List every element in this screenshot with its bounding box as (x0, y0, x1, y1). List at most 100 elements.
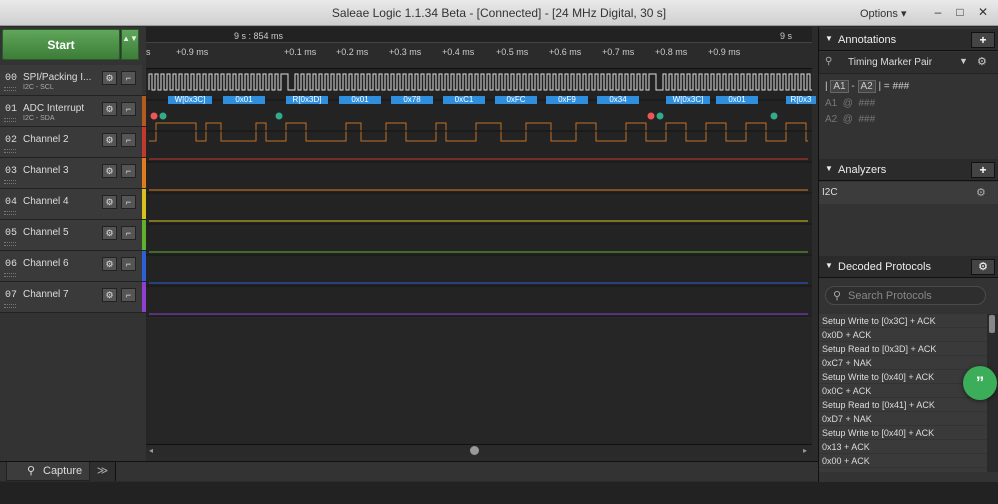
marker-settings-icon[interactable]: ⚙ (977, 55, 987, 68)
protocols-scroll-thumb[interactable] (989, 315, 995, 333)
channel-trigger-icon[interactable]: ⌐ (121, 164, 136, 178)
channel-trigger-icon[interactable]: ⌐ (121, 257, 136, 271)
decoded-packet[interactable]: 0x01 (339, 96, 381, 104)
protocol-list-item[interactable]: Setup Read to [0x3D] + ACK (819, 342, 987, 356)
decoded-packet[interactable]: 0x01 (223, 96, 265, 104)
drag-handle-icon[interactable] (4, 118, 16, 122)
channel-settings-icon[interactable]: ⚙ (102, 195, 117, 209)
channel-trigger-icon[interactable]: ⌐ (121, 133, 136, 147)
time-axis[interactable]: 9 s : 854 ms 9 s s +0.9 ms +0.1 ms +0.2 ms +… (146, 27, 812, 69)
protocol-list-item[interactable]: 0x13 + ACK (819, 440, 987, 454)
search-placeholder: Search Protocols (848, 290, 932, 302)
time-tick-label: +0.6 ms (549, 47, 582, 57)
analyzer-settings-icon[interactable]: ⚙ (976, 186, 986, 199)
minimize-button[interactable]: – (929, 4, 947, 20)
waveform-svg (146, 73, 812, 317)
protocol-list-item[interactable]: Setup Read to [0x41] + ACK (819, 398, 987, 412)
drag-handle-icon[interactable] (4, 149, 16, 153)
decoded-packet[interactable]: 0xC1 (443, 96, 485, 104)
channel-name[interactable]: Channel 2 (23, 134, 95, 145)
channel-settings-icon[interactable]: ⚙ (102, 102, 117, 116)
channel-name[interactable]: Channel 5 (23, 227, 95, 238)
channel-row[interactable]: 03 Channel 3 ⚙ ⌐ (0, 158, 146, 189)
channel-number: 02 (5, 135, 18, 146)
protocol-list-item[interactable]: 0xC7 + NAK (819, 356, 987, 370)
channel-row[interactable]: 07 Channel 7 ⚙ ⌐ (0, 282, 146, 313)
timing-marker-row[interactable]: ⚲ Timing Marker Pair ▼ ⚙ (819, 52, 998, 74)
scl-waveform (148, 73, 812, 91)
drag-handle-icon[interactable] (4, 273, 16, 277)
add-analyzer-button[interactable]: + (971, 162, 995, 178)
drag-handle-icon[interactable] (4, 211, 16, 215)
time-tick-label: +0.9 ms (708, 47, 741, 57)
channel-trigger-icon[interactable]: ⌐ (121, 71, 136, 85)
decoded-protocols-header[interactable]: ▼ Decoded Protocols ⚙ (819, 256, 998, 278)
channel-trigger-icon[interactable]: ⌐ (121, 288, 136, 302)
channel-name[interactable]: Channel 6 (23, 258, 95, 269)
tab-expand-button[interactable]: ≫ (90, 462, 116, 481)
start-options-arrows[interactable]: ▲▼ (121, 29, 139, 60)
waveform-area[interactable]: W[0x3C] 0x01 R[0x3D] 0x01 0x78 0xC1 0xFC 0xF9 0x… (146, 69, 816, 317)
decoded-packet[interactable]: 0x01 (716, 96, 758, 104)
protocol-list-item[interactable]: Setup Write to [0x3C] + ACK (819, 314, 987, 328)
channel-name[interactable]: Channel 4 (23, 196, 95, 207)
decoded-settings-button[interactable]: ⚙ (971, 259, 995, 275)
search-protocols-input[interactable]: ⚲ Search Protocols (825, 286, 986, 305)
channel-row[interactable]: 00 SPI/Packing I... I2C - SCL ⚙ ⌐ (0, 65, 146, 96)
start-button[interactable]: Start (2, 29, 120, 60)
channel-trigger-icon[interactable]: ⌐ (121, 195, 136, 209)
decoded-protocols-list[interactable]: Setup Write to [0x3C] + ACK 0x0D + ACK Set… (819, 314, 987, 472)
channel-name[interactable]: ADC Interrupt (23, 103, 95, 114)
channel-settings-icon[interactable]: ⚙ (102, 226, 117, 240)
options-menu[interactable]: Options ▾ (860, 7, 907, 20)
channel-name[interactable]: Channel 3 (23, 165, 95, 176)
decoded-packet[interactable]: R[0x3D] (286, 96, 328, 104)
protocol-list-item[interactable]: 0xD7 + NAK (819, 412, 987, 426)
protocol-list-item[interactable]: 0x0C + ACK (819, 384, 987, 398)
decoded-packet[interactable]: R[0x3 (786, 96, 816, 104)
decoded-packet[interactable]: W[0x3C] (666, 96, 710, 104)
formula-a2-chip[interactable]: A2 (857, 80, 876, 93)
channel-trigger-icon[interactable]: ⌐ (121, 226, 136, 240)
channel-row[interactable]: 06 Channel 6 ⚙ ⌐ (0, 251, 146, 282)
channel-row[interactable]: 02 Channel 2 ⚙ ⌐ (0, 127, 146, 158)
channel-settings-icon[interactable]: ⚙ (102, 133, 117, 147)
decoded-packet[interactable]: 0x78 (391, 96, 433, 104)
protocol-list-item[interactable]: Setup Write to [0x40] + ACK (819, 426, 987, 440)
scroll-right-arrow[interactable]: ▸ (800, 446, 810, 455)
decoded-packet[interactable]: 0xF9 (546, 96, 588, 104)
channel-name[interactable]: Channel 7 (23, 289, 95, 300)
channel-settings-icon[interactable]: ⚙ (102, 71, 117, 85)
close-button[interactable]: ✕ (974, 4, 992, 20)
decoded-packet[interactable]: 0x34 (597, 96, 639, 104)
channel-settings-icon[interactable]: ⚙ (102, 164, 117, 178)
decoded-packet[interactable]: 0xFC (495, 96, 537, 104)
channel-row[interactable]: 01 ADC Interrupt I2C - SDA ⚙ ⌐ (0, 96, 146, 127)
channel-row[interactable]: 05 Channel 5 ⚙ ⌐ (0, 220, 146, 251)
formula-a1-chip[interactable]: A1 (830, 80, 849, 93)
protocol-list-item[interactable]: 0x00 + ACK (819, 454, 987, 468)
channel-settings-icon[interactable]: ⚙ (102, 257, 117, 271)
analyzer-row-i2c[interactable]: I2C ⚙ (819, 182, 998, 204)
drag-handle-icon[interactable] (4, 180, 16, 184)
horizontal-scrollbar[interactable]: ◂ ▸ (146, 444, 812, 455)
scroll-thumb[interactable] (470, 446, 479, 455)
decoded-packet[interactable]: W[0x3C] (168, 96, 212, 104)
analyzers-header[interactable]: ▼ Analyzers + (819, 159, 998, 181)
drag-handle-icon[interactable] (4, 242, 16, 246)
scroll-left-arrow[interactable]: ◂ (146, 446, 156, 455)
tab-capture[interactable]: ⚲ Capture (6, 462, 90, 481)
channel-trigger-icon[interactable]: ⌐ (121, 102, 136, 116)
channel-row[interactable]: 04 Channel 4 ⚙ ⌐ (0, 189, 146, 220)
drag-handle-icon[interactable] (4, 87, 16, 91)
channel-name[interactable]: SPI/Packing I... (23, 72, 95, 83)
feedback-button[interactable]: ” (963, 366, 997, 400)
protocol-list-item[interactable]: 0x0D + ACK (819, 328, 987, 342)
marker-dropdown-icon[interactable]: ▼ (959, 56, 968, 66)
annotations-header[interactable]: ▼ Annotations + (819, 29, 998, 51)
maximize-button[interactable]: □ (951, 4, 969, 20)
channel-settings-icon[interactable]: ⚙ (102, 288, 117, 302)
drag-handle-icon[interactable] (4, 304, 16, 308)
protocol-list-item[interactable]: Setup Write to [0x40] + ACK (819, 370, 987, 384)
add-annotation-button[interactable]: + (971, 32, 995, 48)
